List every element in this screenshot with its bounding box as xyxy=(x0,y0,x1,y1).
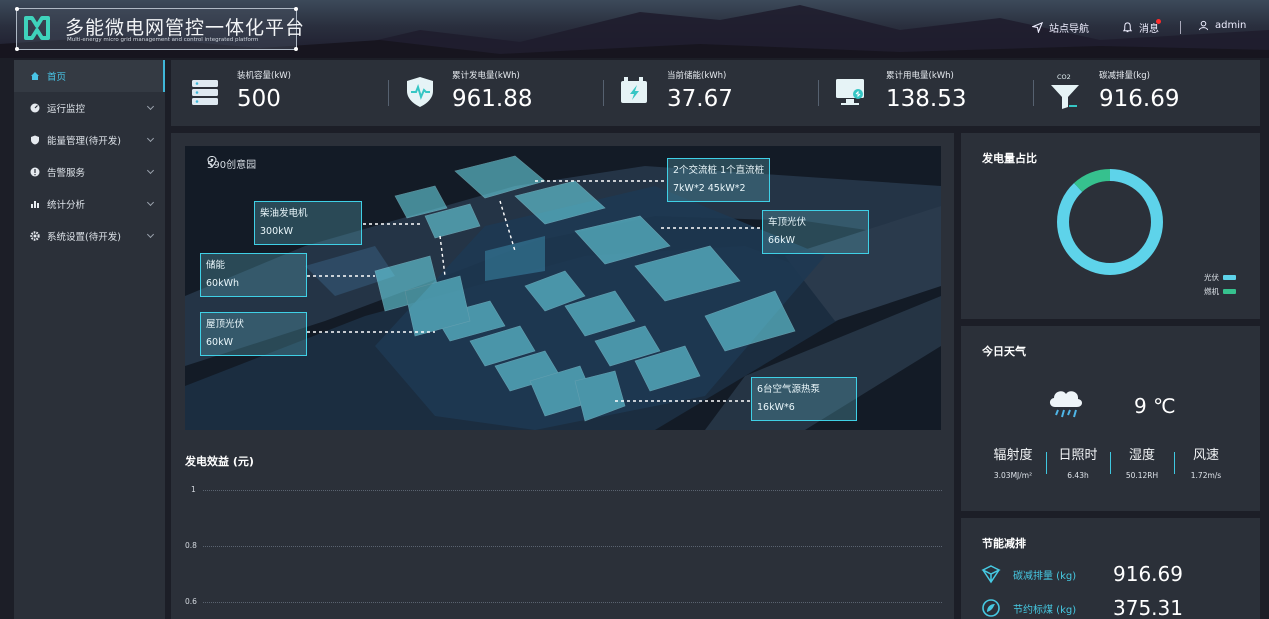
y-tick-label: 1 xyxy=(191,485,196,494)
navigation-arrow-icon xyxy=(1032,22,1043,33)
site-nav-label: 站点导航 xyxy=(1049,24,1089,35)
stat-label: 装机容量(kW) xyxy=(237,71,291,81)
saving-row-carbon: 碳减排量 (kg) 916.69 xyxy=(981,562,1183,586)
stat-value: 37.67 xyxy=(667,86,733,112)
coal-icon xyxy=(982,599,1000,617)
app-title: 多能微电网管控一体化平台 xyxy=(65,17,306,39)
campus-map[interactable]: 590创意园 2个交流桩 1个直流桩 7kW*2 45kW*2 柴油发电机 30… xyxy=(185,146,941,430)
gridline xyxy=(203,490,942,491)
y-tick-label: 0.6 xyxy=(185,597,197,606)
sidebar-item-label: 首页 xyxy=(47,72,67,83)
donut-slice-0[interactable] xyxy=(1057,169,1163,275)
generation-share-panel: 发电量占比 光伏 燃机 xyxy=(961,133,1260,319)
sidebar: 首页 运行监控 能量管理(待开发) 告警服务 统计分析 系统设置(待开发) xyxy=(14,60,165,619)
generation-share-title: 发电量占比 xyxy=(982,152,1037,165)
bar-chart-icon xyxy=(31,201,39,208)
callout-carport-pv[interactable]: 车顶光伏 66kW xyxy=(762,210,869,254)
stat-total-generation: 累计发电量(kWh) 961.88 xyxy=(388,60,604,126)
stats-bar: 装机容量(kW) 500 累计发电量(kWh) 961.88 当前储能(kWh)… xyxy=(171,60,1260,126)
sidebar-item-home[interactable]: 首页 xyxy=(14,60,165,92)
top-bar: 多能微电网管控一体化平台 Multi-energy micro grid man… xyxy=(0,0,1269,58)
efficiency-chart-title: 发电效益 (元) xyxy=(185,455,254,468)
temperature: 9 ℃ xyxy=(1134,394,1176,418)
callout-energy-storage[interactable]: 储能 60kWh xyxy=(200,253,307,297)
app-logo[interactable]: 多能微电网管控一体化平台 Multi-energy micro grid man… xyxy=(15,7,304,51)
sidebar-item-energy[interactable]: 能量管理(待开发) xyxy=(14,124,165,156)
site-nav-link[interactable]: 站点导航 xyxy=(1032,20,1089,35)
callout-rooftop-pv[interactable]: 屋顶光伏 60kW xyxy=(200,312,307,356)
stat-label: 碳减排量(kg) xyxy=(1099,71,1150,81)
weather-panel: 今日天气 9 ℃ 辐射度 3.03MJ/m² 日照时 6.43h 湿度 50.1… xyxy=(961,326,1260,511)
chevron-down-icon xyxy=(146,102,155,111)
sidebar-item-statistics[interactable]: 统计分析 xyxy=(14,188,165,220)
weather-title: 今日天气 xyxy=(982,345,1026,358)
bell-icon xyxy=(1122,22,1133,33)
unread-dot xyxy=(1156,19,1161,24)
shield-icon xyxy=(31,135,39,145)
callout-heat-pumps[interactable]: 6台空气源热泵 16kW*6 xyxy=(751,377,857,421)
legend-item-pv[interactable]: 光伏 xyxy=(1204,272,1236,283)
battery-icon xyxy=(621,77,647,103)
weather-radiation: 辐射度 3.03MJ/m² xyxy=(993,448,1033,480)
gridline xyxy=(203,546,942,547)
weather-wind-speed: 风速 1.72m/s xyxy=(1190,448,1222,480)
shield-pulse-icon xyxy=(407,77,433,107)
sidebar-item-settings[interactable]: 系统设置(待开发) xyxy=(14,220,165,252)
sidebar-item-monitoring[interactable]: 运行监控 xyxy=(14,92,165,124)
server-icon xyxy=(192,80,218,105)
user-icon xyxy=(1198,20,1209,31)
saving-row-coal: 节约标煤 (kg) 375.31 xyxy=(981,596,1183,619)
energy-saving-panel: 节能减排 碳减排量 (kg) 916.69 节约标煤 (kg) 375.31 xyxy=(961,518,1260,619)
messages-link[interactable]: 消息 xyxy=(1122,20,1159,35)
stat-total-consumption: 累计用电量(kWh) 138.53 xyxy=(818,60,1034,126)
stat-carbon-reduction: CO2 碳减排量(kg) 916.69 xyxy=(1033,60,1249,126)
callout-diesel-generator[interactable]: 柴油发电机 300kW xyxy=(254,201,362,245)
stat-value: 138.53 xyxy=(886,86,967,112)
stat-installed-capacity: 装机容量(kW) 500 xyxy=(189,60,389,126)
stat-current-storage: 当前储能(kWh) 37.67 xyxy=(603,60,819,126)
location-pin-icon xyxy=(207,156,217,168)
logo-icon xyxy=(24,16,50,40)
monitor-icon xyxy=(836,79,864,105)
sidebar-item-label: 统计分析 xyxy=(47,200,86,211)
generation-share-donut[interactable] xyxy=(1050,162,1170,282)
co2-cube-icon xyxy=(981,565,1001,584)
chevron-down-icon xyxy=(146,230,155,239)
app-subtitle: Multi-energy micro grid management and c… xyxy=(67,37,259,43)
chevron-down-icon xyxy=(146,198,155,207)
callout-charging-piles[interactable]: 2个交流桩 1个直流桩 7kW*2 45kW*2 xyxy=(667,158,771,202)
rain-cloud-icon xyxy=(1049,391,1083,418)
stat-label: 累计用电量(kWh) xyxy=(886,71,954,81)
chevron-down-icon xyxy=(146,134,155,143)
alert-icon xyxy=(30,167,40,177)
y-tick-label: 0.8 xyxy=(185,541,197,550)
sidebar-item-label: 能量管理(待开发) xyxy=(47,136,121,147)
gear-icon xyxy=(30,231,40,241)
sidebar-item-label: 运行监控 xyxy=(47,104,86,115)
legend-swatch xyxy=(1223,289,1236,294)
stat-value: 500 xyxy=(237,86,281,112)
co2-icon-text: CO2 xyxy=(1057,73,1071,81)
location-label: 590创意园 xyxy=(207,156,256,171)
user-menu[interactable]: admin xyxy=(1198,20,1246,31)
legend-swatch xyxy=(1223,275,1236,280)
stat-label: 累计发电量(kWh) xyxy=(452,71,520,81)
weather-humidity: 湿度 50.12RH xyxy=(1125,448,1159,480)
chevron-down-icon xyxy=(146,166,155,175)
sidebar-item-label: 系统设置(待开发) xyxy=(47,232,121,243)
energy-saving-title: 节能减排 xyxy=(982,537,1026,550)
stat-label: 当前储能(kWh) xyxy=(667,71,727,81)
dashboard-icon xyxy=(30,103,40,113)
sidebar-item-alerts[interactable]: 告警服务 xyxy=(14,156,165,188)
sidebar-item-label: 告警服务 xyxy=(47,168,86,179)
legend-item-gas-turbine[interactable]: 燃机 xyxy=(1204,286,1236,297)
user-name: admin xyxy=(1215,20,1247,31)
main-panel: 590创意园 2个交流桩 1个直流桩 7kW*2 45kW*2 柴油发电机 30… xyxy=(171,133,954,619)
stat-value: 916.69 xyxy=(1099,86,1180,112)
gridline xyxy=(203,602,942,603)
weather-sunshine: 日照时 6.43h xyxy=(1058,448,1098,480)
stat-value: 961.88 xyxy=(452,86,533,112)
home-icon xyxy=(31,72,39,80)
